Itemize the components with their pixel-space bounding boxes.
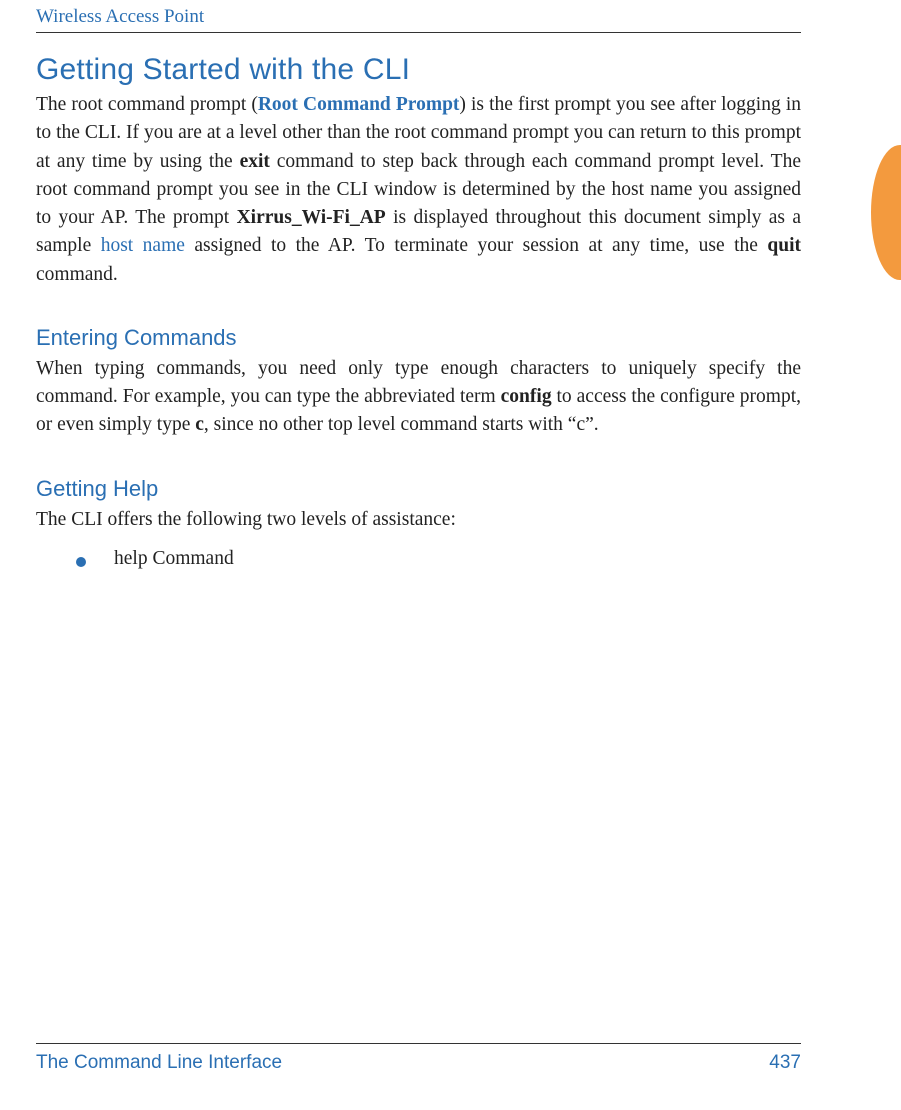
keyword-config: config <box>501 386 552 407</box>
bullet-text-help-command: help Command <box>114 548 234 570</box>
list-item: help Command <box>76 548 801 570</box>
keyword-xirrus-wifi-ap: Xirrus_Wi-Fi_AP <box>237 207 386 228</box>
link-root-command-prompt[interactable]: Root Command Prompt <box>258 94 460 115</box>
text-fragment: command. <box>36 264 118 285</box>
text-fragment: The root command prompt ( <box>36 94 258 115</box>
section1-paragraph: The root command prompt (Root Command Pr… <box>36 91 801 289</box>
keyword-quit: quit <box>767 235 801 256</box>
thumb-tab-decoration <box>871 145 901 280</box>
running-header: Wireless Access Point <box>36 0 801 33</box>
text-fragment: , since no other top level command start… <box>204 414 599 435</box>
bullet-icon <box>76 557 86 567</box>
section3-paragraph: The CLI offers the following two levels … <box>36 506 801 534</box>
keyword-exit: exit <box>240 151 270 172</box>
text-fragment: assigned to the AP. To terminate your se… <box>185 235 767 256</box>
section-heading-getting-started: Getting Started with the CLI <box>36 53 801 87</box>
section-heading-getting-help: Getting Help <box>36 476 801 502</box>
page-footer: The Command Line Interface 437 <box>36 1043 801 1074</box>
footer-chapter-title: The Command Line Interface <box>36 1052 282 1074</box>
keyword-c: c <box>195 414 204 435</box>
link-host-name[interactable]: host name <box>101 235 185 256</box>
section-heading-entering-commands: Entering Commands <box>36 325 801 351</box>
section2-paragraph: When typing commands, you need only type… <box>36 355 801 440</box>
footer-page-number: 437 <box>769 1052 801 1074</box>
